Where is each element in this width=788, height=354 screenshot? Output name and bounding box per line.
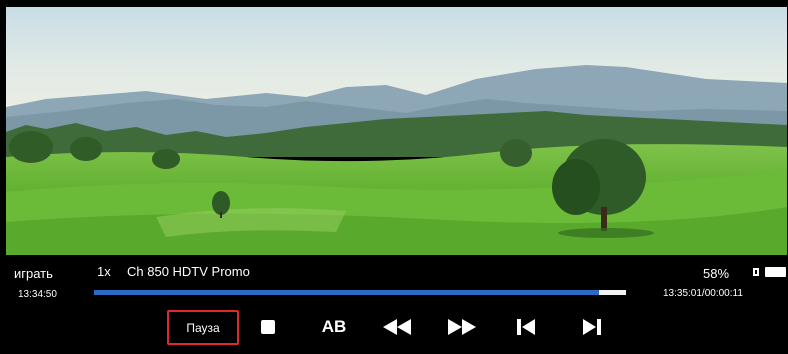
playback-speed-label: 1x bbox=[97, 264, 111, 279]
landscape-image bbox=[6, 7, 787, 255]
skip-previous-button[interactable] bbox=[516, 315, 536, 339]
progress-bar[interactable] bbox=[94, 290, 626, 295]
rewind-button[interactable] bbox=[383, 315, 411, 339]
fast-forward-icon bbox=[448, 319, 476, 335]
ab-repeat-label: AB bbox=[321, 317, 347, 336]
progress-percent: 58% bbox=[703, 266, 730, 281]
skip-next-button[interactable] bbox=[582, 315, 602, 339]
playback-osd: играть 1x Ch 850 HDTV Promo 13:34:50 58%… bbox=[0, 255, 788, 354]
stop-button[interactable] bbox=[258, 315, 278, 339]
rewind-icon bbox=[383, 319, 411, 335]
channel-title: Ch 850 HDTV Promo bbox=[127, 264, 250, 279]
start-time: 13:34:50 bbox=[18, 289, 57, 300]
pause-button-label: Пауза bbox=[186, 320, 220, 335]
skip-next-icon bbox=[583, 319, 601, 335]
ab-repeat-button[interactable]: AB bbox=[318, 315, 350, 339]
video-frame bbox=[6, 7, 787, 255]
stop-icon bbox=[261, 320, 275, 334]
media-player: играть 1x Ch 850 HDTV Promo 13:34:50 58%… bbox=[0, 0, 788, 354]
time-info: 13:35:01/00:00:11 bbox=[663, 288, 743, 299]
skip-previous-icon bbox=[517, 319, 535, 335]
playback-mode-label: играть bbox=[14, 266, 53, 281]
battery-icon bbox=[753, 267, 786, 277]
progress-bar-fill bbox=[94, 290, 600, 295]
fast-forward-button[interactable] bbox=[448, 315, 476, 339]
pause-button[interactable]: Пауза bbox=[167, 310, 239, 345]
